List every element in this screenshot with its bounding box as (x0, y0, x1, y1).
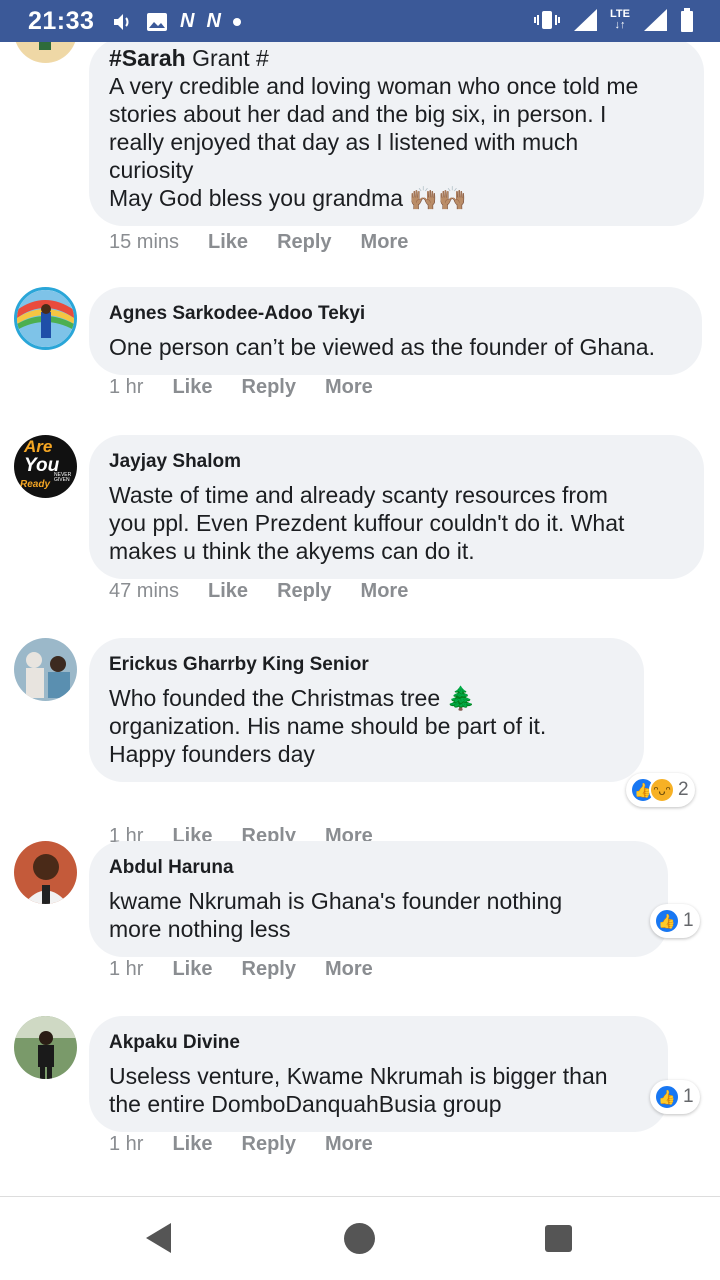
n-icon: N (206, 10, 221, 32)
comment-time: 1 hr (109, 376, 144, 398)
more-button[interactable]: More (361, 580, 409, 603)
reply-button[interactable]: Reply (242, 376, 296, 399)
status-time: 21:33 (28, 7, 95, 35)
comment-bubble[interactable]: Jayjay Shalom Waste of time and already … (89, 435, 704, 579)
reply-button[interactable]: Reply (277, 580, 331, 603)
comment-bubble[interactable]: Agnes Sarkodee-Adoo Tekyi One person can… (89, 287, 702, 375)
comment-text-line: organization. His name should be part of… (109, 713, 547, 739)
reaction-count-value: 1 (683, 910, 694, 931)
reaction-count[interactable]: 👍 1 (650, 904, 700, 938)
reaction-count[interactable]: 👍 ᵔᴗᵔ 2 (626, 773, 695, 807)
status-right-icons: LTE ↓↑ (534, 8, 694, 32)
comment-text-line: May God bless you grandma 🙌🏽🙌🏽 (109, 185, 467, 211)
n-icon: N (180, 10, 195, 32)
comment-author[interactable]: Erickus Gharrby King Senior (109, 654, 624, 676)
back-icon[interactable] (146, 1223, 171, 1253)
avatar[interactable] (14, 42, 77, 63)
comment-time: 15 mins (109, 231, 180, 253)
comment-text-line: Who founded the Christmas tree 🌲 (109, 685, 476, 711)
like-button[interactable]: Like (172, 958, 212, 981)
comment-actions: 15 mins Like Reply More (109, 231, 408, 254)
dot-icon (232, 17, 241, 26)
comment-bubble[interactable]: Erickus Gharrby King Senior Who founded … (89, 638, 644, 782)
image-icon (147, 12, 167, 31)
signal-icon (644, 9, 667, 31)
status-bar: 21:33 N N LTE ↓↑ (0, 0, 720, 42)
comment-bubble[interactable]: Abdul Haruna kwame Nkrumah is Ghana's fo… (89, 841, 668, 957)
more-button[interactable]: More (361, 231, 409, 254)
haha-reaction-icon: ᵔᴗᵔ (649, 777, 675, 803)
recent-apps-icon[interactable] (545, 1225, 572, 1252)
comment-text-line: more nothing less (109, 916, 291, 942)
home-icon[interactable] (344, 1223, 375, 1254)
comment-text-line: really enjoyed that day as I listened wi… (109, 129, 579, 155)
like-reaction-icon: 👍 (654, 1084, 680, 1110)
reaction-count[interactable]: 👍 1 (650, 1080, 700, 1114)
like-button[interactable]: Like (172, 1133, 212, 1156)
comments-list: #Sarah Grant # A very credible and lovin… (0, 42, 720, 1196)
avatar[interactable] (14, 638, 77, 701)
comment-text-line: you ppl. Even Prezdent kuffour couldn't … (109, 510, 625, 536)
comment-actions: 1 hr Like Reply More (109, 958, 373, 981)
reply-button[interactable]: Reply (277, 231, 331, 254)
comment-author[interactable]: Akpaku Divine (109, 1032, 648, 1054)
comment-text-line: stories about her dad and the big six, i… (109, 101, 607, 127)
comment-author[interactable]: Agnes Sarkodee-Adoo Tekyi (109, 303, 682, 325)
vibrate-icon (534, 11, 561, 29)
reply-button[interactable]: Reply (242, 1133, 296, 1156)
comment-text-line: makes u think the akyems can do it. (109, 538, 475, 564)
comment-text-line: Happy founders day (109, 741, 315, 767)
avatar[interactable] (14, 1016, 77, 1079)
comment-actions: 1 hr Like Reply More (109, 376, 373, 399)
reply-button[interactable]: Reply (242, 958, 296, 981)
comment-time: 1 hr (109, 958, 144, 980)
lte-icon: LTE ↓↑ (610, 8, 630, 31)
more-button[interactable]: More (325, 958, 373, 981)
avatar[interactable] (14, 287, 77, 350)
comment-time: 47 mins (109, 580, 180, 602)
comment-text-line: Waste of time and already scanty resourc… (109, 482, 608, 508)
comment-actions: 47 mins Like Reply More (109, 580, 408, 603)
comment-time: 1 hr (109, 1133, 144, 1155)
avatar[interactable] (14, 841, 77, 904)
like-button[interactable]: Like (208, 580, 248, 603)
comment-text-line: Useless venture, Kwame Nkrumah is bigger… (109, 1063, 608, 1089)
more-button[interactable]: More (325, 376, 373, 399)
battery-icon (681, 8, 693, 32)
volume-icon (114, 13, 129, 30)
reaction-count-value: 2 (678, 779, 689, 800)
comment-text-line: the entire DomboDanquahBusia group (109, 1091, 502, 1117)
system-nav-bar (0, 1196, 720, 1280)
like-reaction-icon: 👍 (654, 908, 680, 934)
comment-text-line: curiosity (109, 157, 194, 183)
like-button[interactable]: Like (208, 231, 248, 254)
reaction-count-value: 1 (683, 1086, 694, 1107)
comment-bubble[interactable]: Akpaku Divine Useless venture, Kwame Nkr… (89, 1016, 668, 1132)
comment-bubble[interactable]: #Sarah Grant # A very credible and lovin… (89, 42, 704, 226)
comment-actions: 1 hr Like Reply More (109, 1133, 373, 1156)
comment-text-line: kwame Nkrumah is Ghana's founder nothing (109, 888, 563, 914)
signal-icon (574, 9, 598, 31)
more-button[interactable]: More (325, 1133, 373, 1156)
comment-text-line: A very credible and loving woman who onc… (109, 73, 639, 99)
comment-author[interactable]: Jayjay Shalom (109, 451, 684, 473)
comment-author[interactable]: Abdul Haruna (109, 857, 648, 879)
comment-text-line: One person can’t be viewed as the founde… (109, 334, 655, 360)
comment-author[interactable]: #Sarah Grant # (109, 44, 684, 72)
like-button[interactable]: Like (172, 376, 212, 399)
status-left-icons: N N (112, 10, 241, 33)
avatar[interactable]: Are You NEVER GIVEN Ready (14, 435, 77, 498)
